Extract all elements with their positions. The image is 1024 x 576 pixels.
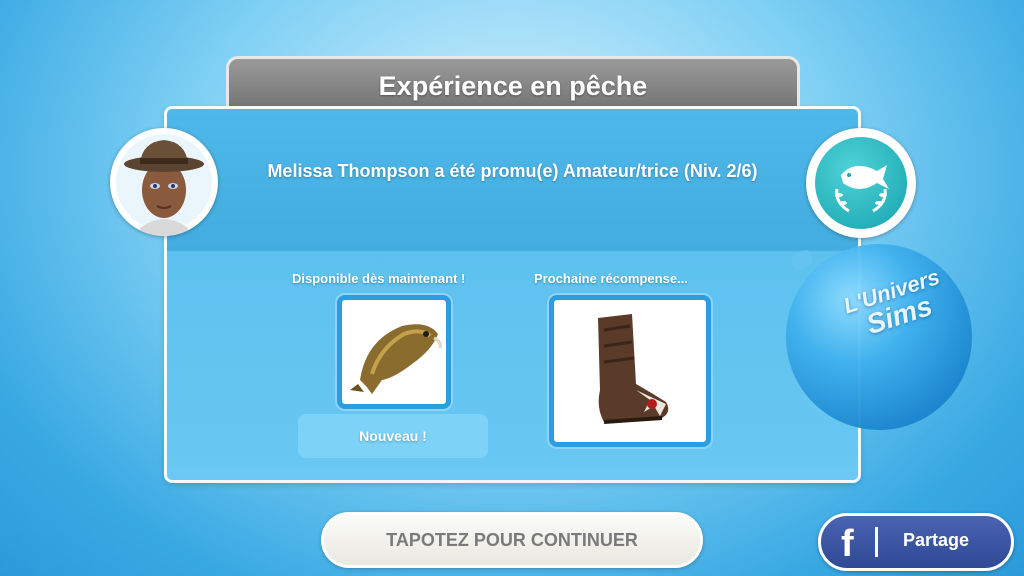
facebook-share-button[interactable]: f Partage <box>818 513 1014 571</box>
sim-avatar <box>110 128 218 236</box>
dialog-title: Expérience en pêche <box>378 71 648 101</box>
fish-icon <box>350 324 442 394</box>
available-now-label: Disponible dès maintenant ! <box>292 271 466 286</box>
boot-icon <box>598 314 669 424</box>
promotion-message: Melissa Thompson a été promu(e) Amateur/… <box>267 161 758 181</box>
fish-medal-icon <box>835 165 889 213</box>
new-badge-button[interactable]: Nouveau ! <box>298 414 488 458</box>
facebook-icon: f <box>841 523 854 565</box>
next-reward-card[interactable] <box>549 295 711 447</box>
next-reward-label: Prochaine récompense... <box>534 271 688 286</box>
share-label: Partage <box>903 530 970 550</box>
available-reward-card[interactable] <box>337 295 451 409</box>
fishing-medal <box>806 128 916 238</box>
tap-to-continue-button[interactable]: TAPOTEZ POUR CONTINUER <box>321 512 703 568</box>
share-separator <box>875 527 878 557</box>
